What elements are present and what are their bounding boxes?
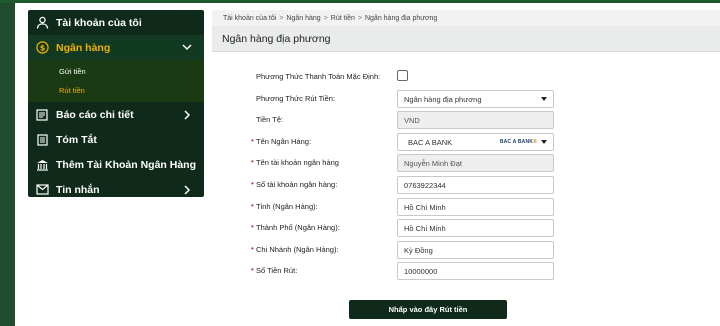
sidebar-item-my-account[interactable]: Tài khoản của tôi	[28, 10, 204, 35]
account-name-field: Nguyễn Minh Đạt	[397, 154, 554, 172]
report-icon	[28, 108, 56, 121]
breadcrumb-item[interactable]: Rút tiền	[331, 15, 355, 22]
branch-value: Kỳ Đồng	[404, 245, 433, 255]
withdraw-method-select[interactable]: Ngân hàng địa phương	[397, 90, 554, 108]
breadcrumb-separator: >	[323, 14, 328, 22]
main-panel: Tài khoản của tôi > Ngân hàng > Rút tiền…	[212, 10, 720, 326]
branch-input[interactable]: Kỳ Đồng	[397, 241, 554, 259]
withdraw-method-value: Ngân hàng địa phương	[404, 94, 482, 104]
amount-input[interactable]: 10000000	[397, 262, 554, 280]
city-input[interactable]: Hồ Chí Minh	[397, 219, 554, 237]
bank-name-value: BAC A BANK	[408, 137, 453, 147]
city-row: Thành Phố (Ngân Hàng): Hồ Chí Minh	[212, 219, 720, 237]
sidebar-item-bank[interactable]: $ Ngân hàng	[28, 35, 204, 60]
caret-down-icon	[541, 97, 547, 101]
sidebar-item-messages[interactable]: Tin nhắn	[28, 177, 204, 202]
account-name-value: Nguyễn Minh Đạt	[404, 158, 462, 168]
dollar-circle-icon: $	[28, 41, 56, 54]
breadcrumb: Tài khoản của tôi > Ngân hàng > Rút tiền…	[212, 10, 720, 26]
breadcrumb-separator: >	[279, 14, 284, 22]
chevron-right-icon	[182, 184, 192, 195]
bank-logo: BAC A BANK®	[499, 139, 537, 145]
breadcrumb-separator: >	[357, 14, 362, 22]
sidebar-item-label: Thêm Tài Khoản Ngân Hàng	[56, 158, 197, 171]
bank-building-icon	[28, 159, 56, 171]
default-payment-row: Phương Thức Thanh Toán Mặc Định:	[212, 68, 720, 86]
sidebar: Tài khoản của tôi $ Ngân hàng Gửi tiền R…	[28, 10, 204, 197]
bank-name-row: Tên Ngân Hàng: BAC A BANK BAC A BANK®	[212, 133, 720, 151]
account-number-row: Số tài khoản ngân hàng: 0763922344	[212, 176, 720, 194]
sidebar-item-label: Tài khoản của tôi	[56, 16, 142, 29]
withdraw-method-row: Phương Thức Rút Tiền: Ngân hàng địa phươ…	[212, 90, 720, 108]
currency-field: VND	[397, 111, 554, 129]
bank-name-select[interactable]: BAC A BANK BAC A BANK®	[397, 133, 554, 151]
user-icon	[28, 16, 56, 29]
sidebar-item-label: Tin nhắn	[56, 183, 100, 196]
account-number-label: Số tài khoản ngân hàng:	[251, 179, 337, 189]
envelope-icon	[28, 184, 56, 195]
sidebar-item-summary[interactable]: Tóm Tắt	[28, 127, 204, 152]
chevron-down-icon	[182, 43, 192, 53]
sidebar-subitem-withdraw[interactable]: Rút tiền	[28, 81, 204, 100]
province-row: Tỉnh (Ngân Hàng): Hồ Chí Minh	[212, 198, 720, 216]
sidebar-item-label: Ngân hàng	[56, 41, 111, 54]
branch-label: Chi Nhánh (Ngân Hàng):	[251, 244, 339, 254]
default-payment-label: Phương Thức Thanh Toán Mặc Định:	[256, 72, 381, 81]
svg-text:$: $	[39, 43, 45, 52]
province-label: Tỉnh (Ngân Hàng):	[251, 201, 318, 211]
breadcrumb-item[interactable]: Ngân hàng	[286, 15, 320, 22]
withdraw-method-label: Phương Thức Rút Tiền:	[256, 94, 336, 103]
branch-row: Chi Nhánh (Ngân Hàng): Kỳ Đồng	[212, 241, 720, 259]
amount-row: Số Tiền Rút: 10000000	[212, 262, 720, 280]
account-number-input[interactable]: 0763922344	[397, 176, 554, 194]
sidebar-item-add-bank-account[interactable]: Thêm Tài Khoản Ngân Hàng	[28, 152, 204, 177]
bank-name-label: Tên Ngân Hàng:	[251, 136, 311, 146]
city-value: Hồ Chí Minh	[404, 223, 446, 233]
currency-row: Tiền Tệ: VND	[212, 111, 720, 129]
summary-icon	[28, 133, 56, 146]
city-label: Thành Phố (Ngân Hàng):	[251, 222, 340, 232]
currency-value: VND	[404, 115, 420, 125]
breadcrumb-item[interactable]: Tài khoản của tôi	[223, 15, 276, 22]
withdraw-submit-button[interactable]: Nhấp vào đây Rút tiền	[349, 300, 507, 319]
default-payment-checkbox[interactable]	[397, 70, 408, 81]
amount-label: Số Tiền Rút:	[251, 265, 297, 275]
sidebar-item-label: Tóm Tắt	[56, 133, 97, 146]
page-title: Ngân hàng địa phương	[212, 26, 720, 52]
caret-down-icon	[541, 140, 547, 144]
chevron-right-icon	[182, 109, 192, 120]
bank-submenu: Gửi tiền Rút tiền	[28, 60, 204, 102]
sidebar-subitem-deposit[interactable]: Gửi tiền	[28, 62, 204, 81]
currency-label: Tiền Tệ:	[256, 115, 284, 124]
account-number-value: 0763922344	[404, 180, 446, 190]
account-name-row: Tên tài khoản ngân hàng Nguyễn Minh Đạt	[212, 154, 720, 172]
left-accent-strip	[0, 3, 15, 326]
breadcrumb-current: Ngân hàng địa phương	[364, 14, 438, 22]
top-accent-line	[0, 0, 720, 3]
amount-value: 10000000	[404, 266, 438, 276]
sidebar-item-label: Báo cáo chi tiết	[56, 108, 134, 121]
account-name-label: Tên tài khoản ngân hàng	[251, 157, 339, 167]
province-value: Hồ Chí Minh	[404, 202, 446, 212]
sidebar-item-detailed-report[interactable]: Báo cáo chi tiết	[28, 102, 204, 127]
province-input[interactable]: Hồ Chí Minh	[397, 198, 554, 216]
